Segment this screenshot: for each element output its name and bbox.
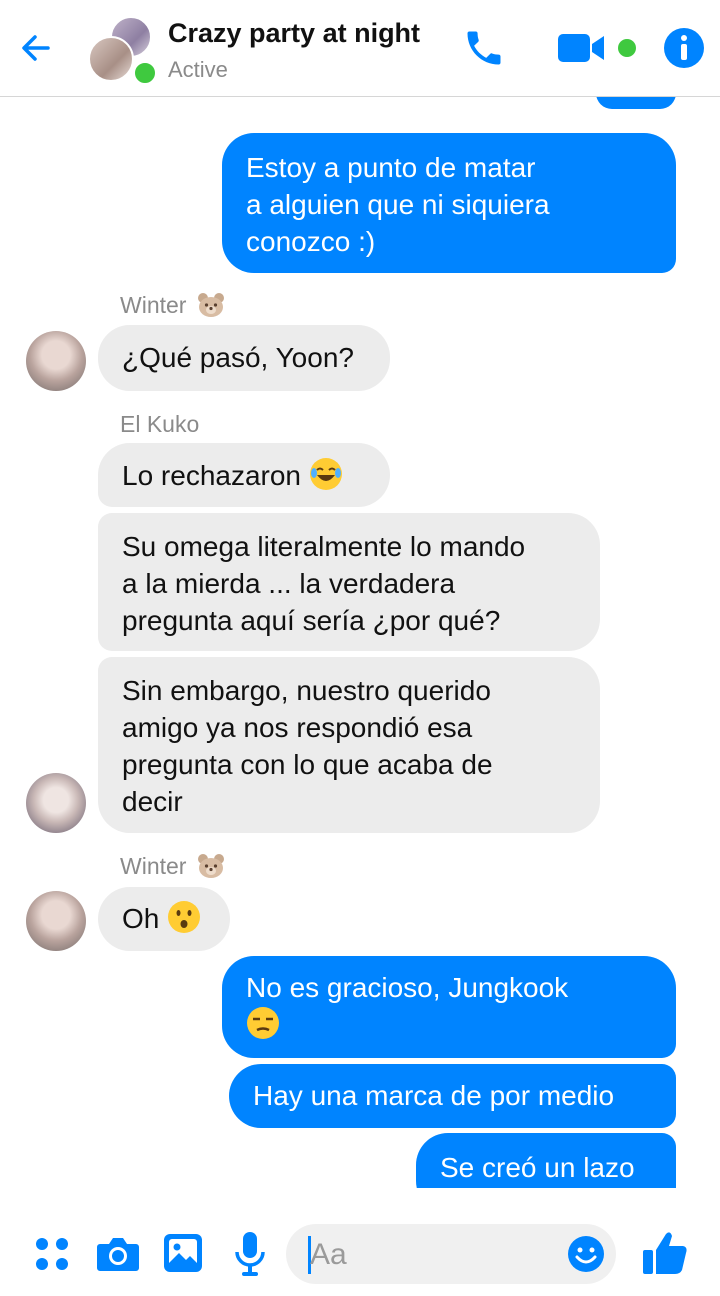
- sender-name: Winter: [120, 853, 225, 880]
- unamused-face-emoji-icon: [246, 1006, 280, 1040]
- apps-icon[interactable]: [34, 1236, 70, 1272]
- hushed-face-emoji-icon: [167, 900, 201, 934]
- member-avatar: [88, 36, 134, 82]
- bear-face-icon: [197, 853, 225, 879]
- chat-header: Crazy party at night Active: [0, 0, 720, 97]
- message-bubble-incoming[interactable]: ¿Qué pasó, Yoon?: [98, 325, 390, 391]
- active-status-dot: [132, 60, 158, 86]
- message-bubble-outgoing[interactable]: Se creó un lazo: [416, 1133, 676, 1188]
- message-bubble-incoming[interactable]: Lo rechazaron: [98, 443, 390, 507]
- tears-of-joy-emoji-icon: [309, 457, 343, 491]
- video-camera-icon[interactable]: [556, 30, 606, 66]
- active-status-dot: [618, 39, 636, 57]
- message-composer[interactable]: [286, 1224, 616, 1284]
- message-bubble-outgoing[interactable]: Estoy a punto de matar a alguien que ni …: [222, 133, 676, 273]
- avatar-winter[interactable]: [26, 331, 86, 391]
- composer-bar: [0, 1188, 720, 1296]
- active-status: Active: [168, 57, 228, 82]
- avatar-winter[interactable]: [26, 891, 86, 951]
- message-list[interactable]: Estoy a punto de matar a alguien que ni …: [0, 97, 720, 1188]
- message-bubble-outgoing[interactable]: Hay una marca de por medio: [229, 1064, 676, 1128]
- info-icon[interactable]: [662, 26, 706, 70]
- chat-title[interactable]: Crazy party at night: [168, 18, 420, 49]
- bear-face-icon: [197, 292, 225, 318]
- thumbs-up-icon[interactable]: [640, 1228, 690, 1278]
- gallery-icon[interactable]: [162, 1232, 204, 1274]
- message-bubble-incoming[interactable]: Sin embargo, nuestro querido amigo ya no…: [98, 657, 600, 833]
- message-input[interactable]: [308, 1234, 552, 1276]
- message-bubble-outgoing[interactable]: No es gracioso, Jungkook: [222, 956, 676, 1058]
- microphone-icon[interactable]: [232, 1230, 268, 1278]
- message-bubble-incoming[interactable]: Oh: [98, 887, 230, 951]
- back-arrow-icon[interactable]: [18, 30, 54, 66]
- group-avatar[interactable]: [88, 16, 158, 86]
- emoji-icon[interactable]: [566, 1234, 606, 1274]
- sender-name: Winter: [120, 292, 225, 319]
- camera-icon[interactable]: [96, 1234, 140, 1274]
- message-bubble-incoming[interactable]: Su omega literalmente lo mando a la mier…: [98, 513, 600, 651]
- phone-icon[interactable]: [462, 26, 506, 70]
- message-bubble-partial: [596, 97, 676, 109]
- avatar-el-kuko[interactable]: [26, 773, 86, 833]
- sender-name: El Kuko: [120, 411, 200, 437]
